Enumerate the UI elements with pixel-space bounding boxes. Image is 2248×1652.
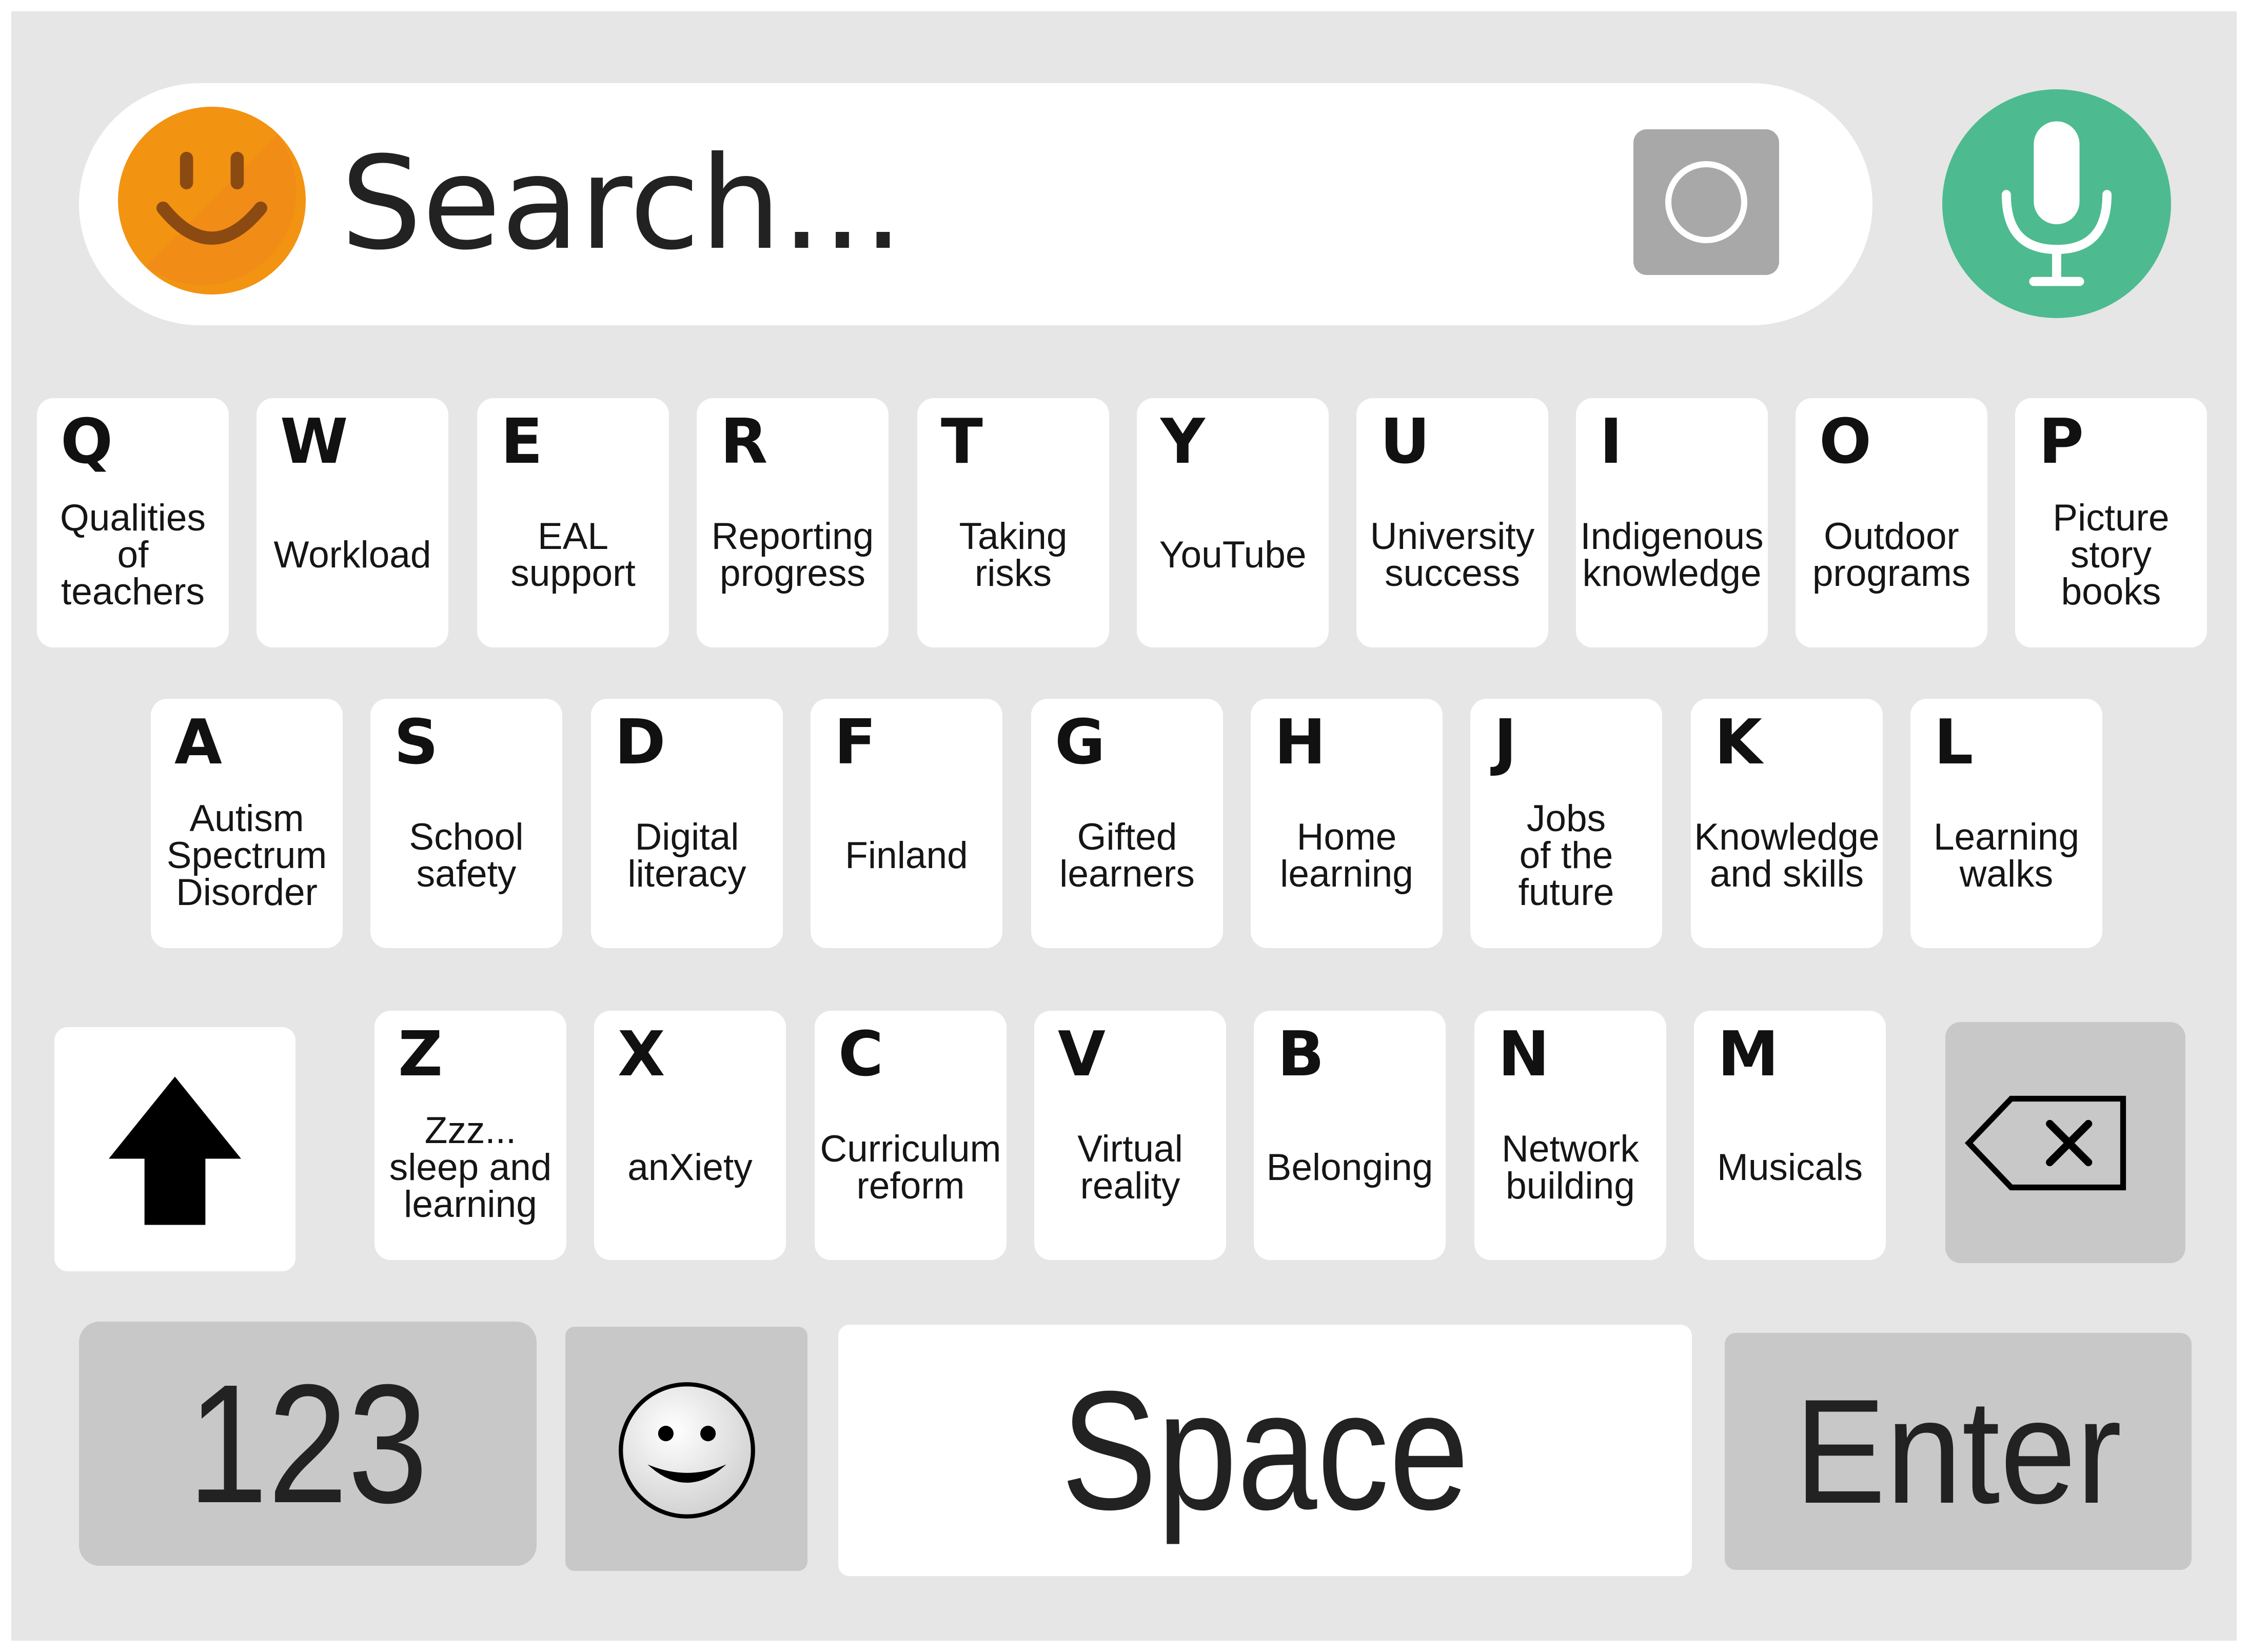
backspace-key[interactable] (1945, 1022, 2185, 1263)
key-m[interactable]: M Musicals (1694, 1011, 1886, 1260)
key-letter: Q (61, 406, 113, 478)
key-t[interactable]: T Taking risks (917, 398, 1109, 647)
key-letter: P (2039, 406, 2084, 478)
key-j[interactable]: J Jobs of the future (1470, 699, 1662, 948)
key-p[interactable]: P Picture story books (2015, 398, 2207, 647)
key-label: Zzz... sleep and learning (389, 1110, 552, 1225)
shift-arrow-icon (109, 1076, 241, 1225)
key-label: anXiety (627, 1147, 753, 1188)
key-label: Indigenous knowledge (1580, 516, 1764, 594)
key-label: Taking risks (959, 516, 1068, 594)
key-letter: M (1718, 1019, 1779, 1090)
key-letter: O (1819, 406, 1872, 478)
key-letter: F (834, 707, 876, 778)
key-letter: V (1058, 1019, 1106, 1090)
enter-key[interactable]: Enter (1725, 1333, 2192, 1570)
space-key-label: Space (1061, 1355, 1469, 1545)
key-v[interactable]: V Virtual reality (1034, 1011, 1226, 1260)
microphone-icon[interactable] (1942, 89, 2171, 318)
key-l[interactable]: L Learning walks (1910, 699, 2102, 948)
key-c[interactable]: C Curriculum reform (815, 1011, 1007, 1260)
key-n[interactable]: N Network building (1474, 1011, 1666, 1260)
key-label: Knowledge and skills (1694, 816, 1880, 895)
space-key[interactable]: Space (838, 1325, 1692, 1576)
key-letter: G (1055, 707, 1106, 778)
key-letter: I (1600, 406, 1623, 478)
key-letter: R (720, 406, 768, 478)
key-u[interactable]: U University success (1356, 398, 1548, 647)
key-letter: Z (398, 1019, 443, 1090)
search-placeholder[interactable]: Search... (341, 111, 903, 296)
backspace-icon (1964, 1095, 2126, 1191)
key-label: Musicals (1717, 1147, 1863, 1188)
enter-key-label: Enter (1795, 1368, 2122, 1535)
key-letter: T (941, 406, 983, 478)
camera-shutter-icon (1665, 161, 1747, 243)
numbers-key[interactable]: 123 (79, 1322, 537, 1566)
emoji-key[interactable] (565, 1327, 807, 1571)
key-label: Network building (1502, 1128, 1639, 1207)
key-letter: X (618, 1019, 665, 1090)
key-letter: E (501, 406, 543, 478)
key-label: Qualities of teachers (60, 497, 206, 613)
key-label: Gifted learners (1059, 816, 1195, 895)
key-letter: S (394, 707, 439, 778)
key-letter: U (1380, 406, 1430, 478)
key-letter: K (1714, 707, 1762, 778)
key-i[interactable]: I Indigenous knowledge (1576, 398, 1768, 647)
key-label: Curriculum reform (820, 1128, 1001, 1207)
key-b[interactable]: B Belonging (1254, 1011, 1446, 1260)
key-y[interactable]: Y YouTube (1137, 398, 1329, 647)
key-w[interactable]: W Workload (257, 398, 448, 647)
key-label: Digital literacy (627, 816, 746, 895)
key-z[interactable]: Z Zzz... sleep and learning (374, 1011, 566, 1260)
key-d[interactable]: D Digital literacy (591, 699, 783, 948)
key-letter: D (615, 707, 666, 778)
key-o[interactable]: O Outdoor programs (1796, 398, 1987, 647)
key-letter: H (1274, 707, 1326, 778)
key-label: YouTube (1159, 534, 1307, 576)
key-letter: W (280, 406, 348, 478)
key-label: Autism Spectrum Disorder (166, 798, 327, 913)
key-label: Outdoor programs (1812, 516, 1971, 594)
keyboard-board: Search... Q Qualities of teachers W Workloa… (11, 11, 2237, 1641)
key-label: Finland (845, 835, 968, 876)
key-letter: J (1494, 707, 1517, 778)
key-e[interactable]: E EAL support (477, 398, 669, 647)
search-bar[interactable]: Search... (79, 83, 1872, 325)
key-label: Virtual reality (1077, 1128, 1183, 1207)
key-letter: L (1934, 707, 1974, 778)
key-h[interactable]: H Home learning (1251, 699, 1443, 948)
shift-key[interactable] (54, 1027, 295, 1271)
key-label: School safety (409, 816, 524, 895)
key-label: Learning walks (1933, 816, 2080, 895)
emoji-smiley-icon (619, 1382, 755, 1519)
key-k[interactable]: K Knowledge and skills (1691, 699, 1883, 948)
key-a[interactable]: A Autism Spectrum Disorder (151, 699, 343, 948)
key-letter: Y (1160, 406, 1205, 478)
key-g[interactable]: G Gifted learners (1031, 699, 1223, 948)
key-label: Picture story books (2053, 497, 2170, 613)
key-label: University success (1370, 516, 1535, 594)
key-label: Workload (273, 534, 431, 576)
key-s[interactable]: S School safety (370, 699, 562, 948)
key-letter: B (1277, 1019, 1325, 1090)
key-label: Reporting progress (711, 516, 874, 594)
key-label: EAL support (510, 516, 636, 594)
numbers-key-label: 123 (187, 1349, 428, 1538)
key-x[interactable]: XanXiety (594, 1011, 786, 1260)
key-label: Jobs of the future (1518, 798, 1614, 913)
camera-button[interactable] (1633, 129, 1779, 275)
key-letter: C (838, 1019, 884, 1090)
key-letter: N (1498, 1019, 1550, 1090)
key-letter: A (174, 707, 222, 778)
key-f[interactable]: F Finland (811, 699, 1002, 948)
key-label: Belonging (1266, 1147, 1433, 1188)
key-label: Home learning (1280, 816, 1413, 895)
key-r[interactable]: R Reporting progress (697, 398, 889, 647)
smiley-face-icon (118, 107, 306, 294)
key-q[interactable]: Q Qualities of teachers (37, 398, 229, 647)
